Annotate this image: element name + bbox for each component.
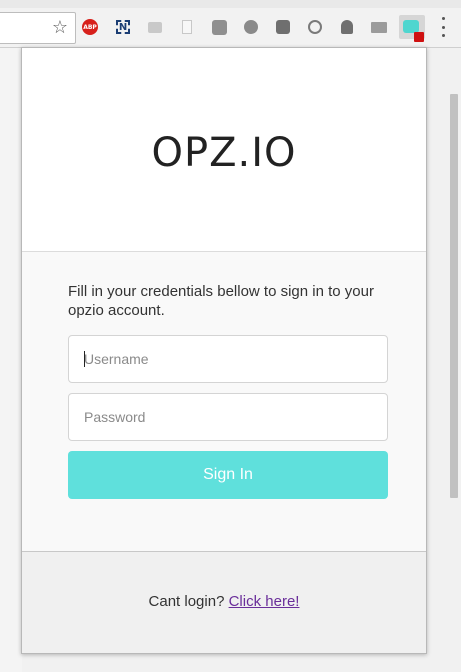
- password-input[interactable]: [68, 393, 388, 441]
- puzzle-extension-icon[interactable]: [211, 19, 227, 35]
- username-input[interactable]: [68, 335, 388, 383]
- logo-area: OPZ.IO: [22, 48, 426, 252]
- scrollbar-thumb[interactable]: [450, 94, 458, 498]
- login-form: Fill in your credentials bellow to sign …: [22, 252, 426, 551]
- clock-extension-icon[interactable]: [243, 19, 259, 35]
- page-scrollbar[interactable]: [447, 48, 461, 672]
- grey-extension-icon[interactable]: [147, 19, 163, 35]
- opzio-login-popup: OPZ.IO Fill in your credentials bellow t…: [21, 47, 427, 654]
- sync-extension-icon[interactable]: [307, 19, 323, 35]
- opzio-extension-icon[interactable]: [399, 15, 425, 42]
- sign-in-button[interactable]: Sign In: [68, 451, 388, 499]
- click-here-link[interactable]: Click here!: [229, 593, 300, 610]
- laptop-extension-icon[interactable]: [371, 19, 387, 35]
- bookmark-star-icon[interactable]: ☆: [52, 18, 68, 38]
- document-extension-icon[interactable]: [179, 19, 195, 35]
- intro-text: Fill in your credentials bellow to sign …: [68, 283, 374, 319]
- ghost-extension-icon[interactable]: [339, 19, 355, 35]
- address-bar[interactable]: ☆: [0, 12, 76, 44]
- notification-badge: [414, 32, 424, 42]
- login-help-footer: Cant login? Click here!: [22, 551, 426, 653]
- opzio-logo: OPZ.IO: [151, 130, 297, 176]
- browser-toolbar: ☆ ABP N: [0, 0, 461, 48]
- page-background: [0, 48, 22, 672]
- adblock-plus-icon[interactable]: ABP: [82, 19, 98, 35]
- fish-extension-icon[interactable]: [275, 19, 291, 35]
- n-extension-icon[interactable]: N: [115, 19, 131, 35]
- three-dots-menu-icon[interactable]: [441, 17, 445, 37]
- login-help-text: Cant login? Click here!: [22, 593, 426, 610]
- tab-strip-edge: [0, 0, 461, 8]
- login-help-prefix: Cant login?: [148, 593, 229, 610]
- text-cursor: [84, 351, 85, 367]
